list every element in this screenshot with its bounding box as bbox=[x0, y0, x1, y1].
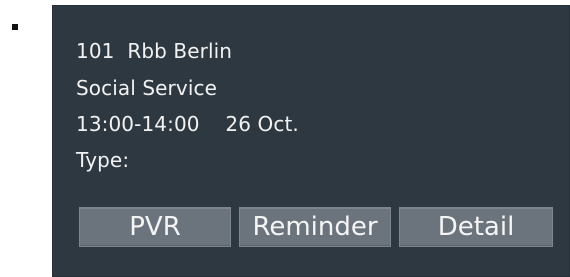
page: 101 Rbb Berlin Social Service 13:00-14:0… bbox=[0, 0, 570, 277]
program-info-panel: 101 Rbb Berlin Social Service 13:00-14:0… bbox=[52, 5, 570, 277]
type-label: Type: bbox=[76, 148, 130, 172]
channel-line: 101 Rbb Berlin bbox=[76, 39, 233, 63]
action-buttons: PVR Reminder Detail bbox=[79, 207, 553, 247]
bullet-marker bbox=[12, 24, 18, 30]
pvr-button[interactable]: PVR bbox=[79, 207, 231, 247]
program-title: Social Service bbox=[76, 76, 217, 100]
detail-button[interactable]: Detail bbox=[399, 207, 553, 247]
time-line: 13:00-14:00 26 Oct. bbox=[76, 112, 299, 136]
reminder-button[interactable]: Reminder bbox=[239, 207, 391, 247]
